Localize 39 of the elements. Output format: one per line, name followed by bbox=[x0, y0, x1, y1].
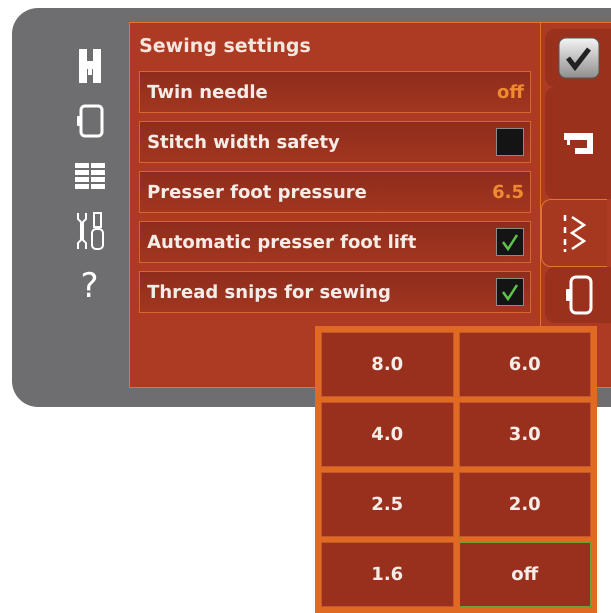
tools-icon[interactable] bbox=[74, 210, 105, 250]
setting-row[interactable]: Thread snips for sewing bbox=[139, 271, 531, 313]
setting-label: Presser foot pressure bbox=[147, 182, 367, 202]
side-tab[interactable] bbox=[545, 29, 611, 87]
setting-row[interactable]: Automatic presser foot lift bbox=[139, 221, 531, 263]
value-option[interactable]: 3.0 bbox=[458, 402, 591, 467]
list-grid-icon[interactable] bbox=[74, 162, 105, 188]
setting-label: Automatic presser foot lift bbox=[147, 232, 416, 252]
value-option[interactable]: off bbox=[458, 542, 591, 607]
side-tab[interactable] bbox=[545, 267, 611, 323]
setting-row[interactable]: Stitch width safety bbox=[139, 121, 531, 163]
value-option[interactable]: 1.6 bbox=[321, 542, 454, 607]
presser-foot-icon[interactable] bbox=[78, 48, 101, 82]
checkmark-icon bbox=[500, 232, 520, 252]
sewing-machine-icon[interactable] bbox=[562, 130, 594, 156]
setting-label: Thread snips for sewing bbox=[147, 282, 391, 302]
setting-value: 6.5 bbox=[492, 182, 524, 202]
checkbox[interactable] bbox=[496, 228, 524, 256]
hoop-icon[interactable] bbox=[76, 104, 104, 138]
setting-value: off bbox=[497, 82, 524, 102]
zigzag-stitch-icon[interactable] bbox=[562, 213, 588, 253]
setting-label: Stitch width safety bbox=[147, 132, 340, 152]
help-icon[interactable]: ? bbox=[80, 266, 99, 306]
checkmark-icon bbox=[500, 282, 520, 302]
panel-title: Sewing settings bbox=[139, 34, 312, 59]
value-option[interactable]: 4.0 bbox=[321, 402, 454, 467]
value-option[interactable]: 6.0 bbox=[458, 332, 591, 397]
setting-label: Twin needle bbox=[147, 82, 268, 102]
side-tab[interactable] bbox=[541, 199, 607, 267]
value-option[interactable]: 2.5 bbox=[321, 472, 454, 537]
setting-row[interactable]: Presser foot pressure 6.5 bbox=[139, 171, 531, 213]
checkbox[interactable] bbox=[496, 128, 524, 156]
checkbox[interactable] bbox=[496, 278, 524, 306]
checkmark-button[interactable] bbox=[558, 37, 600, 79]
hoop-icon[interactable] bbox=[564, 275, 594, 315]
setting-row[interactable]: Twin needle off bbox=[139, 71, 531, 113]
value-option[interactable]: 2.0 bbox=[458, 472, 591, 537]
side-tab[interactable] bbox=[545, 87, 611, 199]
value-option[interactable]: 8.0 bbox=[321, 332, 454, 397]
